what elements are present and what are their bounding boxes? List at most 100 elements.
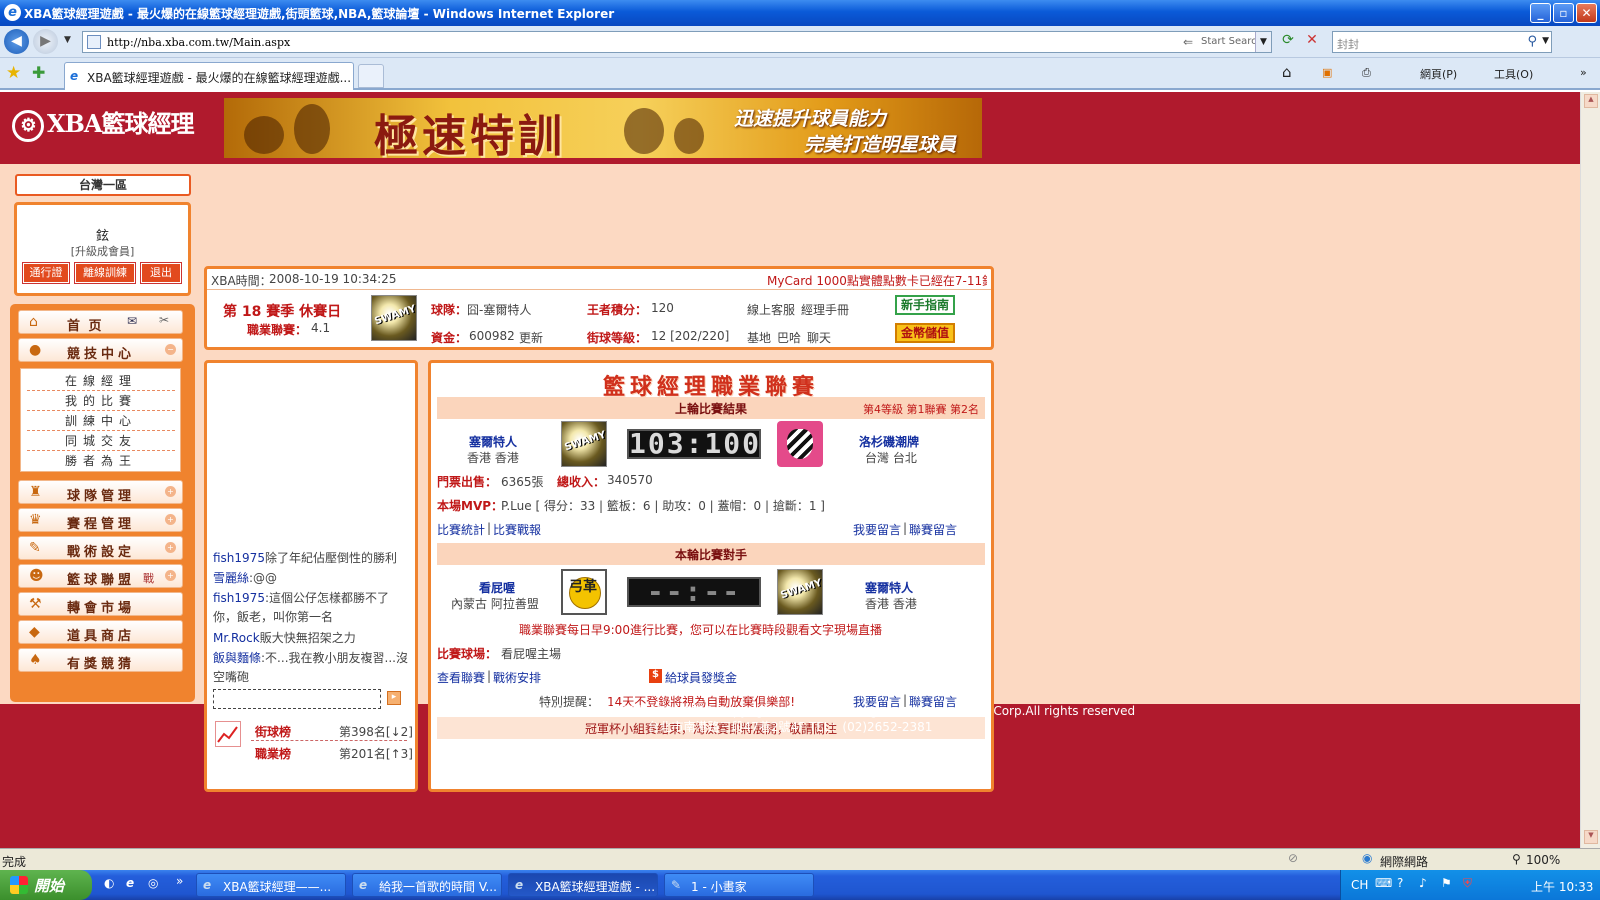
help-icon[interactable]: ? [1397,876,1403,890]
submenu-my-games[interactable]: 我的比賽 [27,391,175,411]
submenu-winner[interactable]: 勝者為王 [27,451,175,471]
menu-schedule[interactable]: ♛ 賽程管理 + [18,508,183,532]
menu-home[interactable]: ⌂ 首 页 ✉ ✂ [18,310,183,334]
chat-user[interactable]: fish1975 [213,551,265,565]
tray-icon[interactable]: ♪ [1419,876,1427,890]
print-icon[interactable]: ⎙ [1362,66,1371,80]
zoom-level[interactable]: 100% [1526,853,1560,867]
chat-user[interactable]: Mr.Rock [213,631,260,645]
tactics-link[interactable]: 戰術安排 [493,669,541,686]
expand-icon[interactable]: + [165,570,176,581]
site-logo[interactable]: ⚙ XBA籃球經理 [12,104,195,142]
home-icon[interactable]: ⌂ [1282,63,1292,81]
base-link[interactable]: 基地 [747,329,771,346]
view-league-link[interactable]: 查看聯賽 [437,669,485,686]
taskbar-item[interactable]: e XBA籃球經理——... [196,873,346,897]
upgrade-link[interactable]: [升級成會員] [17,243,188,259]
network-icon[interactable]: ⚑ [1441,876,1452,890]
next-away-team-city: 香港 香港 [865,597,917,611]
menu-team[interactable]: ♜ 球隊管理 + [18,480,183,504]
tools-menu[interactable]: 工具(O) [1494,66,1533,82]
taskbar-item-active[interactable]: e XBA籃球經理遊戲 - ... [508,873,658,897]
mycard-notice[interactable]: MyCard 1000點實體點數卡已經在7-11銷 [767,272,987,289]
away-team-name[interactable]: 洛杉磯潮牌 [859,433,919,450]
page-menu[interactable]: 網頁(P) [1420,66,1457,82]
next-home-team-name[interactable]: 看屁喔 [479,579,515,596]
gold-deposit-button[interactable]: 金幣儲值 [895,323,955,343]
search-input[interactable]: 封封 ⚲ ▼ [1332,31,1552,53]
bonus-link[interactable]: 給球員發獎金 [665,669,737,686]
bahamut-link[interactable]: 巴哈 [777,329,801,346]
home-team-name[interactable]: 塞爾特人 [469,433,517,450]
clock[interactable]: 上午 10:33 [1531,878,1593,895]
expand-icon[interactable]: + [165,542,176,553]
antivirus-icon[interactable]: ⛨ [1463,876,1472,891]
feeds-icon[interactable]: ▣ [1322,66,1332,79]
keyboard-icon[interactable]: ⌨ [1375,876,1392,890]
pro-rank-label[interactable]: 職業榜 [255,745,291,762]
minimize-button[interactable]: _ [1530,3,1551,23]
chat-user[interactable]: 雪麗絲 [213,571,249,585]
address-url[interactable]: http://nba.xba.com.tw/Main.aspx [107,36,290,49]
search-dropdown-icon[interactable]: ▼ [1542,36,1549,46]
chevron-right-icon[interactable]: » [1580,66,1587,79]
stats-link[interactable]: 比賽統計 [437,521,485,538]
submenu-training[interactable]: 訓練中心 [27,411,175,431]
promo-banner[interactable]: 極速特訓 迅速提升球員能力 完美打造明星球員 [224,98,982,158]
quicklaunch-more-icon[interactable]: » [176,874,183,888]
menu-tactics[interactable]: ✎ 戰術設定 + [18,536,183,560]
forward-button[interactable]: ▶ [33,29,58,54]
expand-icon[interactable]: + [165,514,176,525]
start-button[interactable]: 開始 [0,870,92,900]
search-value[interactable]: 封封 [1337,36,1359,52]
refresh-icon[interactable]: ⟳ [1278,32,1298,52]
newbie-guide-button[interactable]: 新手指南 [895,295,955,315]
tools-icon[interactable]: ✂ [159,313,169,327]
history-dropdown-icon[interactable]: ▼ [64,35,71,45]
quicklaunch-icon[interactable]: ◎ [148,876,158,890]
menu-quiz[interactable]: ♠ 有獎競猜 [18,648,183,672]
menu-transfer[interactable]: ⚒ 轉會市場 [18,592,183,616]
zoom-icon[interactable]: ⚲ [1512,852,1521,866]
update-link[interactable]: 更新 [519,329,543,346]
customer-service-link[interactable]: 線上客服 [747,301,795,318]
stop-icon[interactable]: ✕ [1302,32,1322,52]
expand-icon[interactable]: + [165,486,176,497]
leave-message-link[interactable]: 我要留言 [853,521,901,538]
league-message-link[interactable]: 聯賽留言 [909,521,957,538]
submenu-online[interactable]: 在線經理 [27,371,175,391]
quicklaunch-ie-icon[interactable]: e [126,876,134,890]
pass-button[interactable]: 通行證 [22,262,70,284]
next-away-team-name[interactable]: 塞爾特人 [865,579,913,596]
taskbar-item[interactable]: ✎ 1 - 小畫家 [664,873,814,897]
chat-user[interactable]: 飯與麵條 [213,651,261,665]
show-desktop-icon[interactable]: ◐ [104,876,114,890]
offline-train-button[interactable]: 離線訓練 [74,262,136,284]
submenu-friends[interactable]: 同城交友 [27,431,175,451]
language-indicator[interactable]: CH [1351,878,1368,892]
back-button[interactable]: ◀ [4,29,29,54]
collapse-icon[interactable]: − [165,344,176,355]
menu-shop[interactable]: ◆ 道具商店 [18,620,183,644]
menu-league[interactable]: ☻ 籃球聯盟 戰 + [18,564,183,588]
chat-user[interactable]: fish1975 [213,591,265,605]
favorites-star-icon[interactable]: ★ [6,63,21,83]
taskbar-item[interactable]: e 給我一首歌的時間 V... [352,873,502,897]
tab-xba[interactable]: e XBA籃球經理遊戲 - 最火爆的在線籃球經理遊戲... [64,62,354,90]
close-button[interactable]: ✕ [1576,3,1597,23]
maximize-button[interactable]: ▫ [1553,3,1574,23]
chat-link[interactable]: 聊天 [807,329,831,346]
menu-arena[interactable]: ● 競技中心 − [18,338,183,362]
new-tab-button[interactable] [358,64,384,88]
address-field[interactable]: http://nba.xba.com.tw/Main.aspx ⇐ Start … [82,31,1272,53]
scroll-down-icon[interactable]: ▼ [1584,830,1598,844]
search-icon[interactable]: ⚲ [1527,34,1537,49]
report-link[interactable]: 比賽戰報 [493,521,541,538]
logout-button[interactable]: 退出 [140,262,182,284]
scroll-up-icon[interactable]: ▲ [1584,94,1598,108]
manual-link[interactable]: 經理手冊 [801,301,849,318]
vertical-scrollbar[interactable]: ▲ ▼ [1580,92,1600,848]
mail-icon[interactable]: ✉ [127,314,137,328]
address-dropdown-icon[interactable]: ▼ [1255,32,1271,52]
add-favorite-icon[interactable]: ✚ [32,63,45,82]
